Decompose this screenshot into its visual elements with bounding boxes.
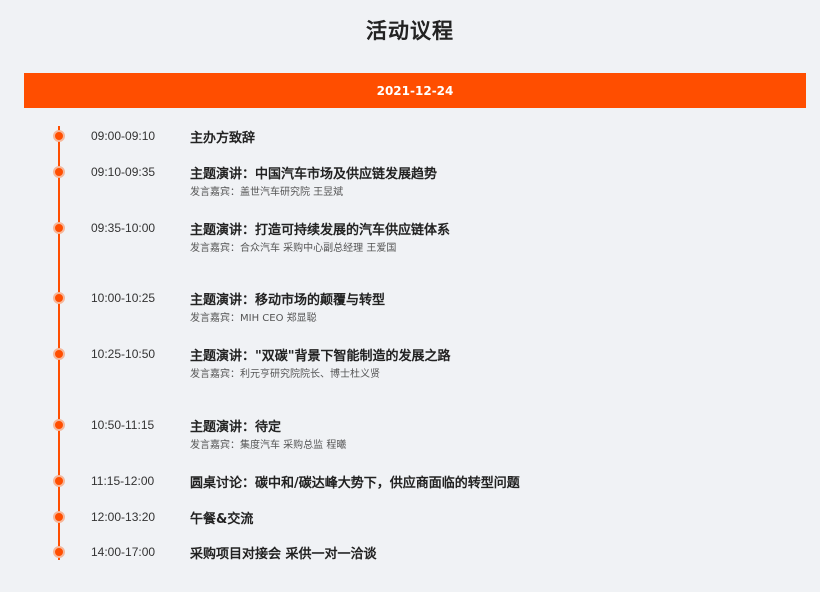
page-title: 活动议程 xyxy=(366,19,454,43)
agenda-title: 主办方致辞 xyxy=(190,131,256,146)
timeline-dot-icon xyxy=(53,222,65,234)
agenda-speaker: 发言嘉宾：合众汽车 采购中心副总经理 王爱国 xyxy=(190,243,397,254)
agenda-title: 主题演讲：打造可持续发展的汽车供应链体系 xyxy=(190,223,451,238)
timeline-dot-icon xyxy=(53,511,65,523)
agenda-speaker: 发言嘉宾：利元亨研究院院长、博士杜义贤 xyxy=(190,369,380,380)
agenda-title: 采购项目对接会 采供一对一洽谈 xyxy=(190,547,377,562)
timeline-dot-icon xyxy=(53,130,65,142)
agenda-time: 09:00-09:10 xyxy=(91,129,156,143)
agenda-speaker: 发言嘉宾：MIH CEO 郑显聪 xyxy=(190,313,317,324)
date-tab[interactable]: 2021-12-24 xyxy=(24,73,806,108)
agenda-title: 圆桌讨论：碳中和/碳达峰大势下，供应商面临的转型问题 xyxy=(190,476,520,491)
timeline-dot-icon xyxy=(53,546,65,558)
agenda-speaker: 发言嘉宾：集度汽车 采购总监 程曦 xyxy=(190,440,347,451)
agenda-time: 12:00-13:20 xyxy=(91,510,156,524)
agenda-title: 午餐&交流 xyxy=(190,512,254,527)
agenda-time: 11:15-12:00 xyxy=(91,474,155,488)
agenda-time: 09:10-09:35 xyxy=(91,165,156,179)
agenda-title: 主题演讲：待定 xyxy=(190,420,282,435)
agenda-time: 10:25-10:50 xyxy=(91,347,156,361)
agenda-time: 14:00-17:00 xyxy=(91,545,156,559)
date-label: 2021-12-24 xyxy=(376,83,454,98)
timeline-dot-icon xyxy=(53,348,65,360)
agenda-title: 主题演讲：中国汽车市场及供应链发展趋势 xyxy=(190,167,438,182)
timeline-dot-icon xyxy=(53,166,65,178)
agenda-title: 主题演讲："双碳"背景下智能制造的发展之路 xyxy=(190,349,451,364)
timeline-line xyxy=(58,126,60,560)
timeline-dot-icon xyxy=(53,292,65,304)
timeline-dot-icon xyxy=(53,419,65,431)
agenda-time: 10:50-11:15 xyxy=(91,418,155,432)
agenda-speaker: 发言嘉宾：盖世汽车研究院 王昱斌 xyxy=(190,187,344,198)
agenda-title: 主题演讲：移动市场的颠覆与转型 xyxy=(190,293,386,308)
agenda-time: 10:00-10:25 xyxy=(91,291,156,305)
agenda-time: 09:35-10:00 xyxy=(91,221,156,235)
timeline-dot-icon xyxy=(53,475,65,487)
